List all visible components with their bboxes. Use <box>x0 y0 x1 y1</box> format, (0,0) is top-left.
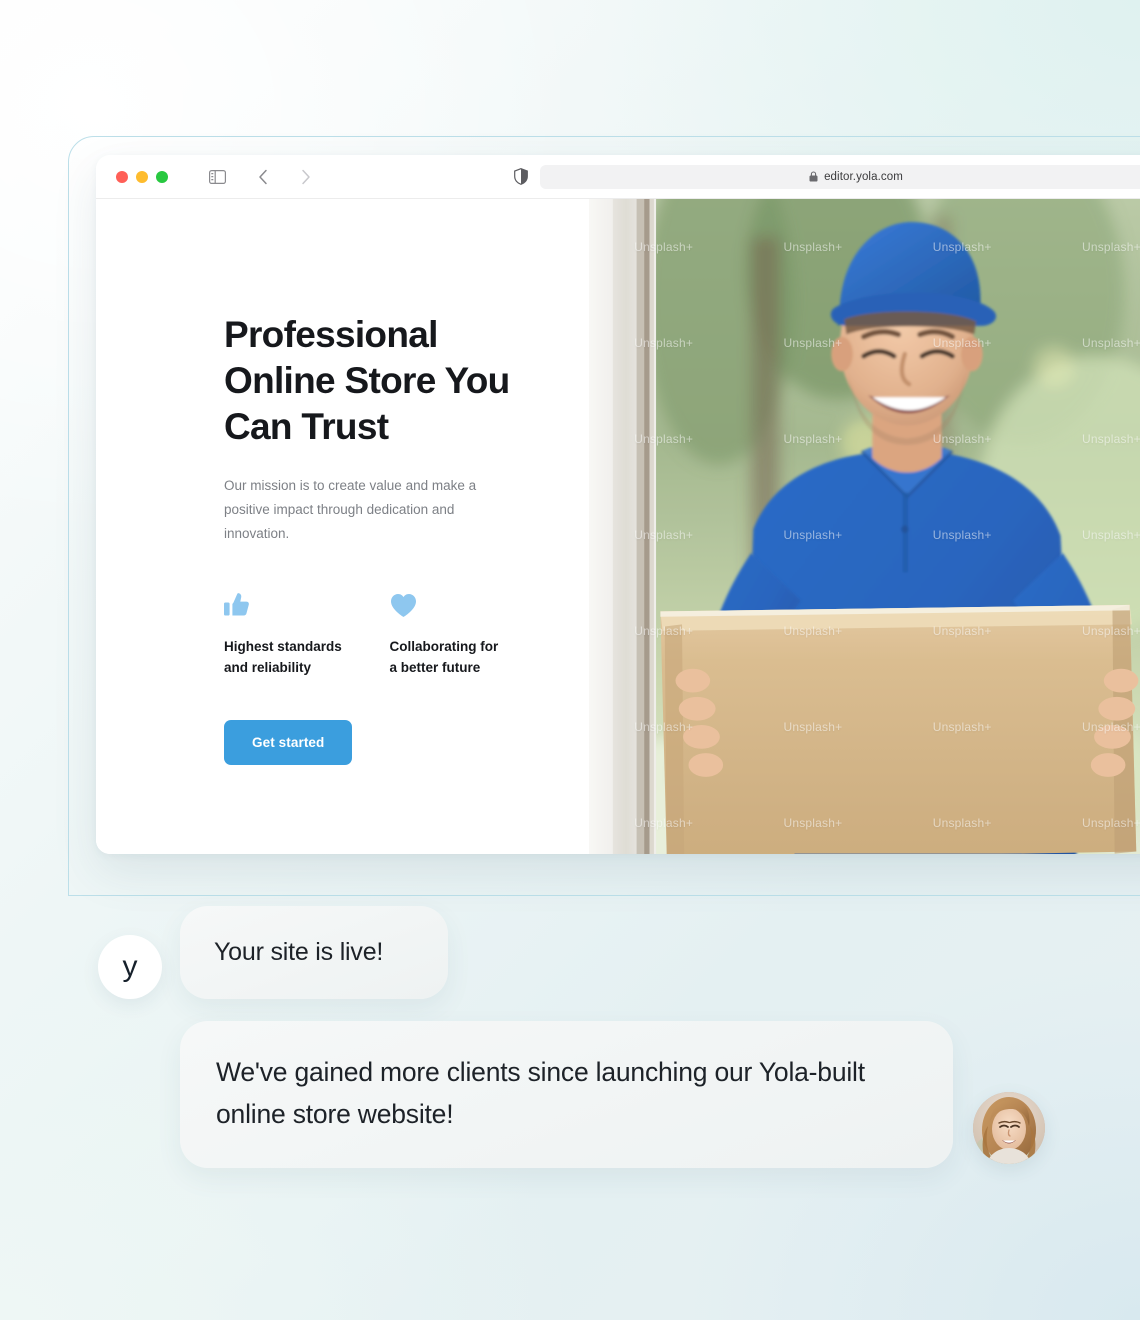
feature-label: Collaborating for a better future <box>389 639 499 675</box>
yola-logo-avatar: y <box>98 935 162 999</box>
maximize-window-button[interactable] <box>156 170 168 183</box>
url-text: editor.yola.com <box>824 170 903 183</box>
feature-item: Collaborating for a better future <box>390 590 534 678</box>
traffic-lights <box>116 170 168 183</box>
thumbs-up-icon <box>224 590 368 618</box>
heart-icon <box>390 590 534 618</box>
page-title: Professional Online Store You Can Trust <box>224 314 510 447</box>
customer-avatar <box>973 1092 1045 1164</box>
feature-item: Highest standards and reliability <box>224 590 368 678</box>
sidebar-toggle-icon[interactable] <box>204 164 230 190</box>
navigation-controls <box>204 164 318 190</box>
browser-toolbar: editor.yola.com <box>96 155 1140 199</box>
feature-label: Highest standards and reliability <box>224 639 342 675</box>
forward-chevron-icon[interactable] <box>292 164 318 190</box>
hero-subtitle: Our mission is to create value and make … <box>224 478 477 541</box>
back-chevron-icon[interactable] <box>250 164 276 190</box>
shield-icon[interactable] <box>514 168 528 185</box>
browser-window: editor.yola.com Professional Online Stor… <box>96 155 1140 854</box>
url-content: editor.yola.com <box>809 171 903 183</box>
close-window-button[interactable] <box>116 170 128 183</box>
minimize-window-button[interactable] <box>136 170 148 183</box>
delivery-man-photo <box>589 199 1140 854</box>
hero-text-column: Professional Online Store You Can Trust … <box>96 199 589 854</box>
site-viewport: Professional Online Store You Can Trust … <box>96 199 1140 854</box>
address-bar[interactable]: editor.yola.com <box>540 164 1140 189</box>
chat-bubble-yola: Your site is live! <box>180 906 448 999</box>
page-background: editor.yola.com Professional Online Stor… <box>0 0 1140 1320</box>
get-started-button[interactable]: Get started <box>224 720 353 765</box>
hero-photo: Unsplash+ Unsplash+ Unsplash+ Unsplash+ … <box>589 199 1140 854</box>
feature-list: Highest standards and reliability Collab… <box>224 590 533 678</box>
chat-bubble-customer: We've gained more clients since launchin… <box>180 1021 953 1168</box>
address-area: editor.yola.com <box>514 164 1140 189</box>
lock-icon <box>809 171 818 182</box>
